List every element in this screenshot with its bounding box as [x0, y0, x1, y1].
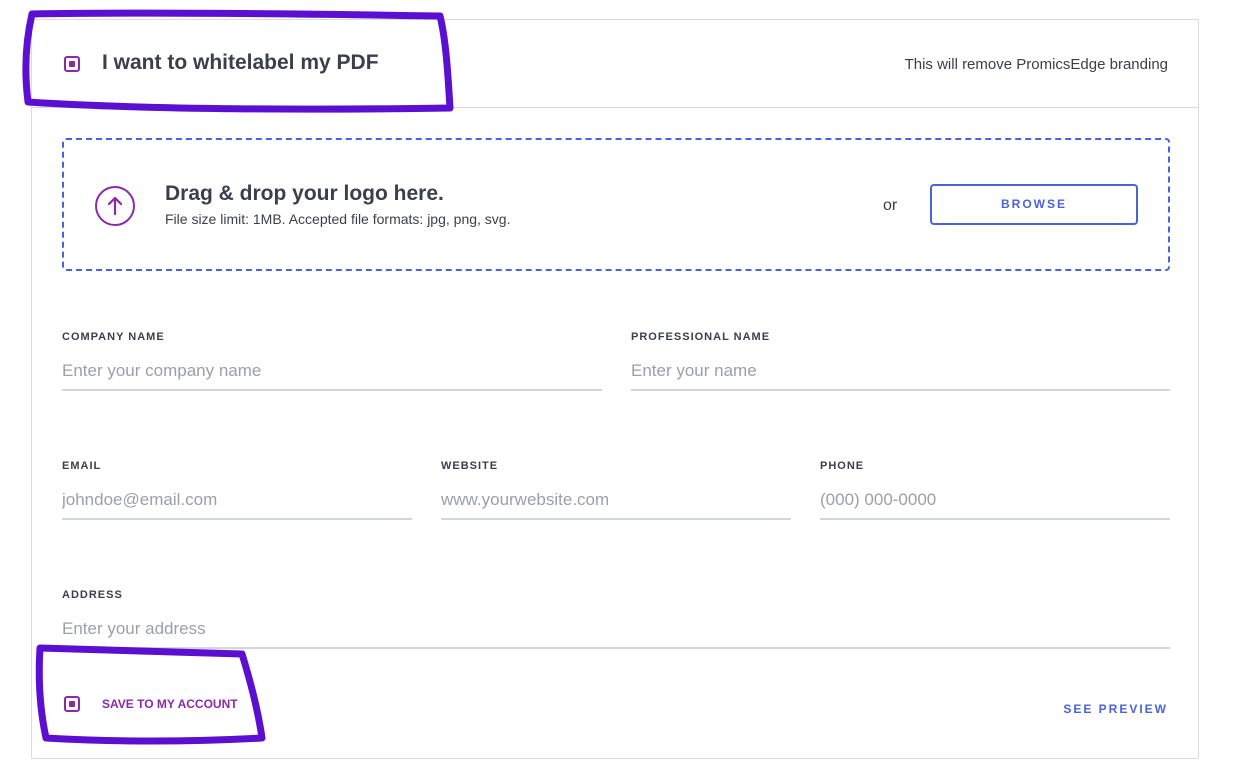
- professional-name-input[interactable]: [631, 353, 1170, 391]
- address-field: ADDRESS: [62, 589, 1170, 659]
- whitelabel-checkbox[interactable]: [64, 56, 80, 72]
- save-to-account-checkbox[interactable]: [64, 696, 80, 712]
- address-input[interactable]: [62, 611, 1170, 649]
- website-field: WEBSITE: [441, 460, 791, 530]
- address-label: ADDRESS: [62, 589, 123, 601]
- company-name-label: COMPANY NAME: [62, 331, 165, 343]
- dropzone-or-text: or: [883, 197, 898, 214]
- dropzone-subtitle: File size limit: 1MB. Accepted file form…: [165, 211, 511, 227]
- company-name-field: COMPANY NAME: [62, 331, 602, 401]
- logo-dropzone[interactable]: Drag & drop your logo here. File size li…: [62, 138, 1170, 271]
- company-name-input[interactable]: [62, 353, 602, 391]
- professional-name-field: PROFESSIONAL NAME: [631, 331, 1170, 401]
- save-to-account-label[interactable]: SAVE TO MY ACCOUNT: [102, 697, 238, 711]
- browse-button[interactable]: BROWSE: [930, 184, 1138, 225]
- email-label: EMAIL: [62, 460, 102, 472]
- phone-input[interactable]: [820, 482, 1170, 520]
- checkbox-check-icon: [69, 701, 75, 707]
- whitelabel-panel: I want to whitelabel my PDF This will re…: [31, 19, 1199, 759]
- branding-note: This will remove PromicsEdge branding: [904, 56, 1168, 73]
- whitelabel-title: I want to whitelabel my PDF: [102, 51, 379, 74]
- see-preview-link[interactable]: SEE PREVIEW: [1063, 702, 1168, 716]
- upload-icon: [95, 186, 135, 226]
- website-label: WEBSITE: [441, 460, 499, 472]
- panel-header: I want to whitelabel my PDF This will re…: [32, 20, 1198, 108]
- website-input[interactable]: [441, 482, 791, 520]
- dropzone-title: Drag & drop your logo here.: [165, 182, 444, 205]
- professional-name-label: PROFESSIONAL NAME: [631, 331, 771, 343]
- checkbox-check-icon: [69, 61, 75, 67]
- email-field: EMAIL: [62, 460, 412, 530]
- phone-field: PHONE: [820, 460, 1170, 530]
- email-input[interactable]: [62, 482, 412, 520]
- phone-label: PHONE: [820, 460, 865, 472]
